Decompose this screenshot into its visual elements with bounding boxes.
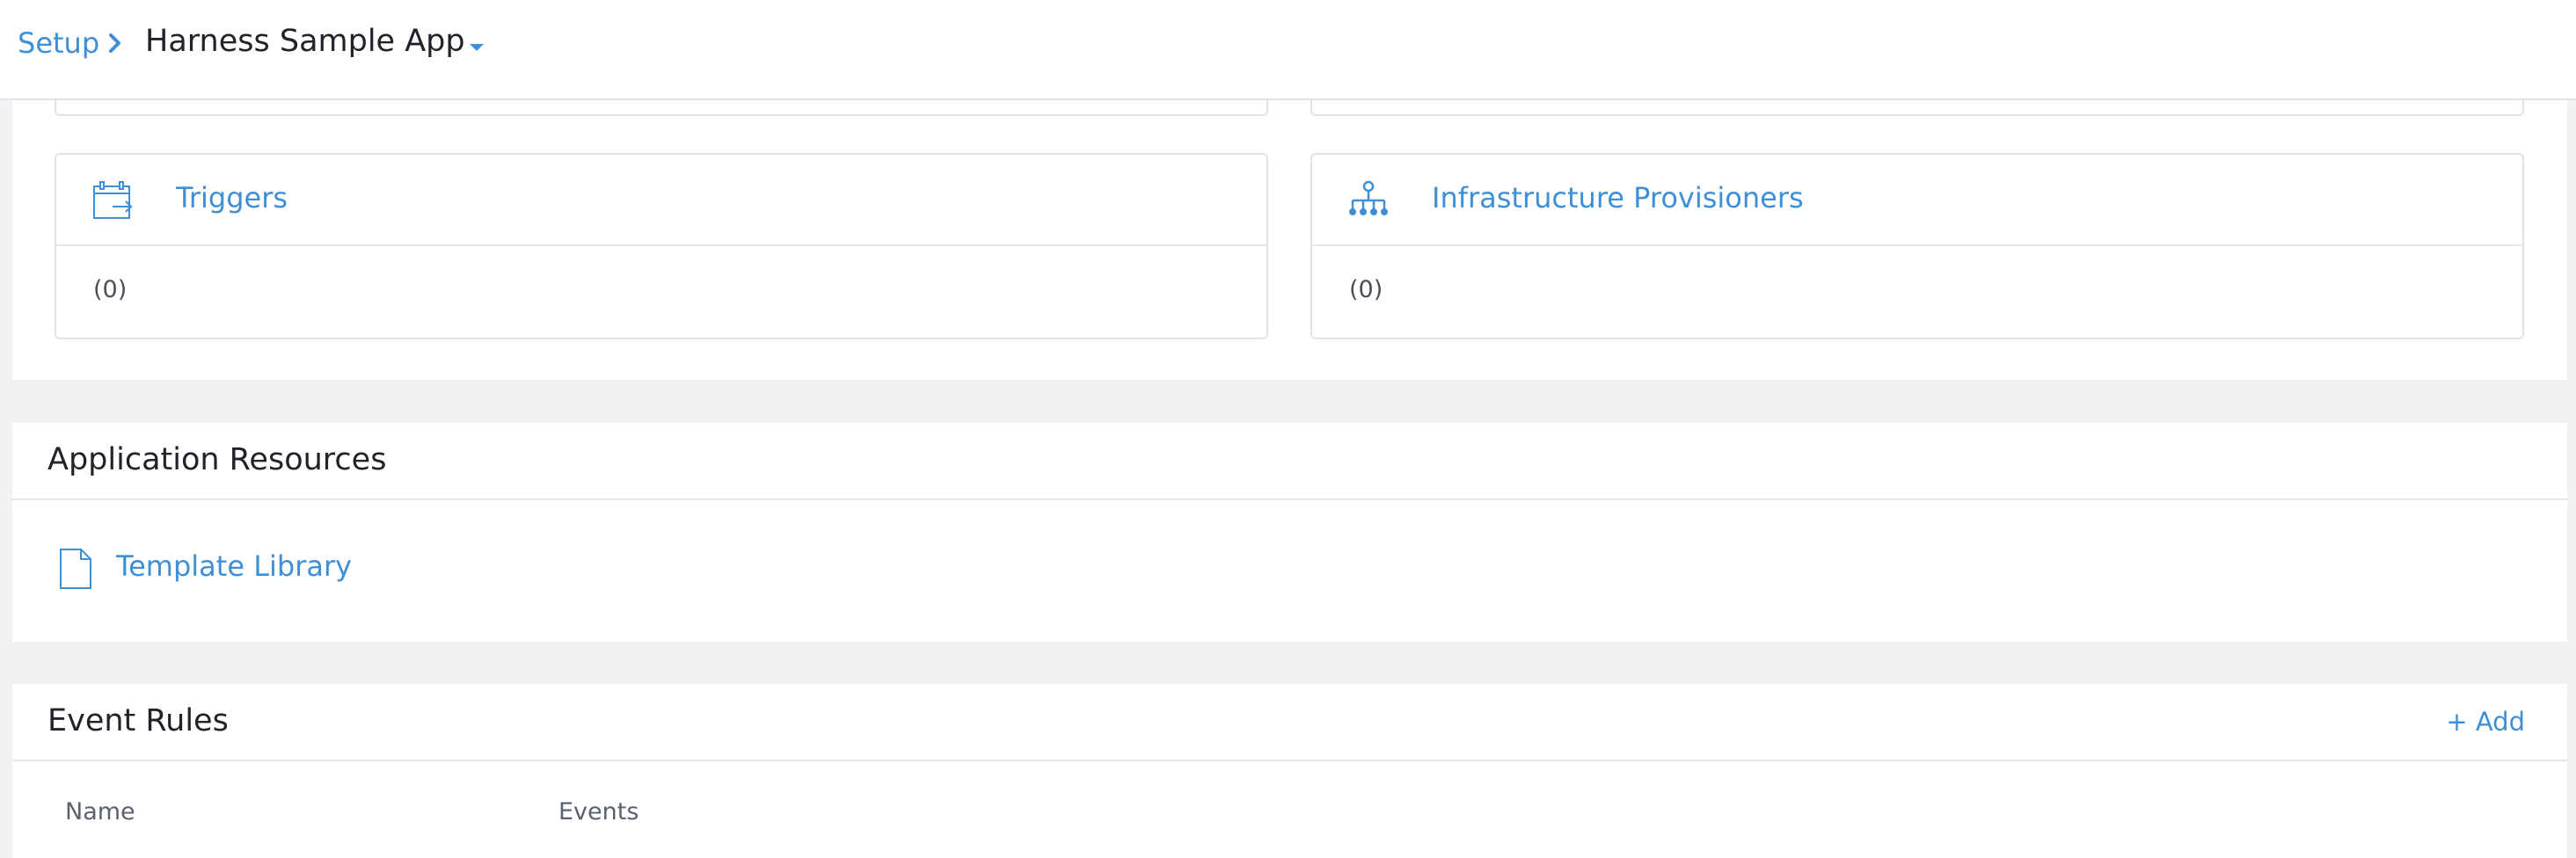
infrastructure-provisioners-link[interactable]: Infrastructure Provisioners (1432, 181, 1804, 214)
chevron-right-icon (109, 33, 120, 53)
caret-down-icon[interactable] (468, 42, 485, 53)
breadcrumb-setup-link[interactable]: Setup (18, 26, 99, 60)
add-event-rule-button[interactable]: + Add (2446, 707, 2525, 737)
event-rules-panel: Event Rules + Add Name Events (12, 684, 2567, 858)
hierarchy-icon (1349, 180, 1388, 215)
triggers-link[interactable]: Triggers (176, 181, 288, 214)
app-components-panel: Triggers (0) Infrastructure Provisioners… (12, 95, 2567, 380)
triggers-count: (0) (93, 276, 128, 303)
document-icon (60, 549, 91, 589)
infrastructure-provisioners-card[interactable]: Infrastructure Provisioners (0) (1310, 153, 2524, 339)
infrastructure-provisioners-card-header: Infrastructure Provisioners (1312, 155, 2522, 246)
column-header-name: Name (65, 798, 135, 825)
calendar-arrow-icon (93, 181, 133, 219)
app-name-title: Harness Sample App (145, 24, 465, 59)
column-header-events: Events (558, 798, 639, 825)
section-divider (12, 498, 2567, 500)
section-divider (12, 760, 2567, 761)
triggers-card-header: Triggers (56, 155, 1266, 246)
infrastructure-provisioners-count: (0) (1349, 276, 1383, 303)
application-resources-title: Application Resources (47, 442, 387, 477)
template-library-link[interactable]: Template Library (116, 549, 352, 583)
event-rules-title: Event Rules (47, 703, 229, 738)
triggers-card[interactable]: Triggers (0) (55, 153, 1268, 339)
top-bar: Setup Harness Sample App (0, 0, 2576, 100)
application-resources-panel: Application Resources Template Library (12, 423, 2567, 642)
